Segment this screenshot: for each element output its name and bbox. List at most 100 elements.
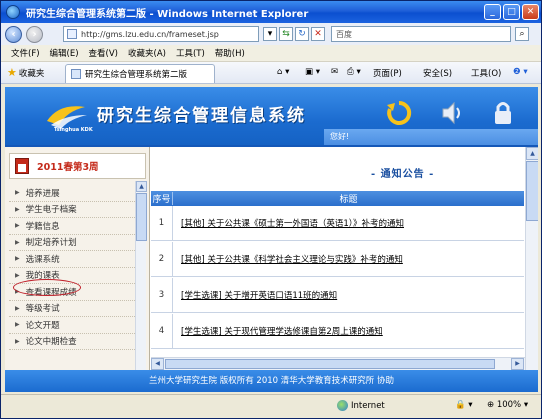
back-button[interactable]: ‹ [5,25,22,43]
sidebar-item-student-archive[interactable]: ▶ 学生电子档案 [9,202,135,218]
sidebar-item-thesis-midterm[interactable]: ▶ 论文中期检查 [9,334,135,350]
address-toolbar: ‹ › http://gms.lzu.edu.cn/frameset.jsp ▾… [1,23,541,45]
welcome-bar: 您好! [324,129,538,145]
browser-tab[interactable]: 研究生综合管理系统第二版 [65,64,215,83]
favorites-bar: ★ 收藏夹 研究生综合管理系统第二版 ⌂ ▾ ▣ ▾ ✉ ⎙ ▾ 页面(P) 安… [1,62,541,84]
scroll-left-icon[interactable]: ◀ [151,358,164,370]
favorites-star-icon[interactable]: ★ [7,66,17,79]
bullet-arrow-icon: ▶ [15,321,20,329]
zoom-control[interactable]: ⊕ 100% ▾ [487,400,528,410]
refresh-icon[interactable]: ↻ [295,27,309,41]
notice-link[interactable]: [其他] 关于公共课《科学社会主义理论与实践》补考的通知 [181,253,403,265]
menu-bar: 文件(F) 编辑(E) 查看(V) 收藏夹(A) 工具(T) 帮助(H) [1,45,541,62]
scroll-up-icon[interactable]: ▲ [526,147,538,160]
calendar-icon [15,158,29,174]
table-row: 1 [其他] 关于公共课《硕士第一外国语（英语1）》补考的通知 [151,206,524,241]
stop-icon[interactable]: ✕ [311,27,325,41]
sidebar: 2011春第3周 ▶ 培养进展 ▶ 学生电子档案 ▶ 学籍信息 ▶ 制定培养计划 ▶ 选课… [5,147,150,370]
scroll-up-icon[interactable]: ▲ [136,181,147,192]
sidebar-item-label: 培养进展 [25,188,60,199]
notice-link[interactable]: [学生选课] 关于增开英语口语11班的通知 [181,289,337,301]
bullet-arrow-icon: ▶ [15,205,20,213]
favorites-button[interactable]: 收藏夹 [19,67,45,79]
main-panel: - 通知公告 - 序号 标题 1 [其他] 关于公共课《硕士第一外国语（英语1）… [151,147,538,370]
notice-link[interactable]: [学生选课] 关于现代管理学选修课自第2周上课的通知 [181,325,383,337]
notice-link[interactable]: [其他] 关于公共课《硕士第一外国语（英语1）》补考的通知 [181,217,404,229]
search-icon[interactable]: ⌕ [515,27,529,41]
menu-favorites[interactable]: 收藏夹(A) [128,47,166,59]
menu-file[interactable]: 文件(F) [11,47,40,59]
scroll-right-icon[interactable]: ▶ [511,358,524,370]
tools-menu[interactable]: 工具(O) [471,67,501,79]
search-input[interactable]: 百度 [336,29,352,40]
help-icon[interactable]: ❷ ▾ [513,67,528,77]
menu-edit[interactable]: 编辑(E) [50,47,79,59]
page-menu[interactable]: 页面(P) [373,67,402,79]
refresh-home-icon[interactable] [385,99,413,127]
lock-icon[interactable] [489,99,517,127]
close-button[interactable]: ✕ [522,4,539,20]
scroll-thumb[interactable] [165,359,495,369]
speaker-icon[interactable] [437,99,465,127]
scroll-thumb[interactable] [136,193,147,241]
title-bar: 研究生综合管理系统第二版 - Windows Internet Explorer… [1,1,541,23]
home-icon[interactable]: ⌂ ▾ [277,67,289,77]
semester-label: 2011春第3周 [37,162,99,173]
bullet-arrow-icon: ▶ [15,271,20,279]
sidebar-item-thesis-proposal[interactable]: ▶ 论文开题 [9,317,135,334]
bullet-arrow-icon: ▶ [15,337,20,345]
table-row: 2 [其他] 关于公共课《科学社会主义理论与实践》补考的通知 [151,242,524,277]
sidebar-item-label: 等级考试 [25,304,60,315]
sidebar-item-training-progress[interactable]: ▶ 培养进展 [9,185,135,202]
zone-label: Internet [351,401,385,411]
logo-text: Tsinghua KDK [54,127,93,133]
bullet-arrow-icon: ▶ [15,222,20,230]
sidebar-item-enrollment-info[interactable]: ▶ 学籍信息 [9,218,135,235]
security-menu[interactable]: 安全(S) [423,67,452,79]
site-banner: Tsinghua KDK 研究生综合管理信息系统 您好! [5,87,538,145]
menu-help[interactable]: 帮助(H) [215,47,245,59]
sidebar-item-level-exam[interactable]: ▶ 等级考试 [9,301,135,317]
go-icon[interactable]: ⇆ [279,27,293,41]
address-bar[interactable]: http://gms.lzu.edu.cn/frameset.jsp [63,26,259,42]
menu-view[interactable]: 查看(V) [89,47,118,59]
main-horizontal-scrollbar[interactable]: ◀ ▶ [151,357,525,370]
row-number: 1 [151,206,173,240]
address-url[interactable]: http://gms.lzu.edu.cn/frameset.jsp [81,30,219,39]
sidebar-item-label: 学籍信息 [25,221,60,232]
zoom-level: 100% [496,400,522,410]
row-number: 4 [151,314,173,348]
sidebar-item-label: 制定培养计划 [25,238,77,249]
section-title: - 通知公告 - [371,169,435,180]
protected-mode-icon[interactable]: 🔒 ▾ [455,400,473,410]
sidebar-item-training-plan[interactable]: ▶ 制定培养计划 [9,235,135,251]
sidebar-menu: ▶ 培养进展 ▶ 学生电子档案 ▶ 学籍信息 ▶ 制定培养计划 ▶ 选课系统 ▶ 我的课表 … [9,185,135,350]
tab-title: 研究生综合管理系统第二版 [85,70,188,80]
column-header-title: 标题 [339,195,358,205]
status-bar: Internet 🔒 ▾ ⊕ 100% ▾ [1,394,541,418]
dropdown-arrow-icon[interactable]: ▾ [263,27,277,41]
mail-icon[interactable]: ✉ [331,67,338,77]
sidebar-item-label: 论文中期检查 [25,337,77,348]
row-number: 2 [151,242,173,276]
tab-page-icon [71,69,81,79]
maximize-button[interactable]: □ [503,4,520,20]
print-icon[interactable]: ⎙ ▾ [347,67,361,77]
sidebar-item-label: 论文开题 [25,320,60,331]
bullet-arrow-icon: ▶ [15,238,20,246]
forward-button[interactable]: › [26,25,43,43]
menu-tools[interactable]: 工具(T) [176,47,205,59]
sidebar-scrollbar[interactable]: ▲ [135,181,147,370]
ie-logo-icon [6,5,20,19]
table-row: 3 [学生选课] 关于增开英语口语11班的通知 [151,278,524,313]
security-zone[interactable]: Internet [337,400,385,411]
row-number: 3 [151,278,173,312]
scroll-thumb[interactable] [526,161,538,221]
highlight-oval [13,279,81,296]
main-vertical-scrollbar[interactable]: ▲ [525,147,538,370]
minimize-button[interactable]: _ [484,4,501,20]
sidebar-item-course-selection[interactable]: ▶ 选课系统 [9,251,135,268]
column-header-number: 序号 [151,192,173,205]
feeds-icon[interactable]: ▣ ▾ [305,67,320,77]
search-box[interactable]: 百度 [331,26,511,42]
